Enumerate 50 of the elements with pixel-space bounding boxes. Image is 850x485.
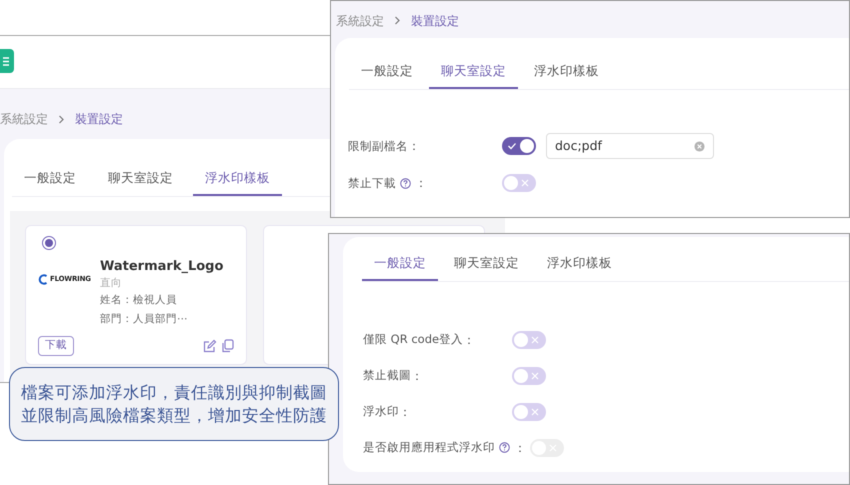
tab[interactable]: 一般設定 bbox=[362, 254, 438, 281]
x-icon bbox=[531, 372, 539, 380]
setting-label: 是否啟用應用程式浮水印 bbox=[363, 439, 495, 456]
tab[interactable]: 一般設定 bbox=[349, 62, 425, 89]
x-icon bbox=[531, 336, 539, 344]
check-icon bbox=[507, 141, 517, 152]
colon: ： bbox=[514, 440, 526, 457]
setting-label: 限制副檔名 bbox=[348, 138, 408, 155]
toggle-switch[interactable] bbox=[512, 330, 546, 349]
tab[interactable]: 浮水印樣板 bbox=[193, 169, 282, 196]
help-icon[interactable] bbox=[400, 178, 411, 189]
setting-label: 浮水印 bbox=[363, 403, 399, 420]
setting-label: 禁止截圖 bbox=[363, 367, 411, 384]
tab[interactable]: 聊天室設定 bbox=[96, 169, 185, 196]
toggle-switch[interactable] bbox=[502, 137, 536, 156]
setting-label: 僅限 QR code登入 bbox=[363, 331, 464, 348]
copy-icon[interactable] bbox=[221, 338, 234, 353]
toggle-switch[interactable] bbox=[512, 366, 546, 385]
clear-icon[interactable] bbox=[694, 140, 705, 152]
chevron-icon bbox=[58, 114, 65, 124]
tab[interactable]: 浮水印樣板 bbox=[522, 62, 611, 89]
tab[interactable]: 聊天室設定 bbox=[442, 254, 531, 281]
setting-label: 禁止下載 bbox=[348, 174, 396, 192]
menu-icon bbox=[3, 56, 9, 66]
orientation-text: 直向 bbox=[100, 276, 123, 291]
x-icon bbox=[531, 408, 539, 416]
field-value: doc;pdf bbox=[555, 136, 602, 155]
tab[interactable]: 聊天室設定 bbox=[429, 62, 518, 89]
chevron-icon bbox=[394, 16, 401, 25]
colon: ： bbox=[463, 332, 476, 349]
colon: ： bbox=[408, 138, 420, 156]
download-button[interactable]: 下載 bbox=[38, 336, 74, 356]
edit-icon[interactable] bbox=[203, 338, 217, 353]
toggle-switch[interactable] bbox=[502, 174, 536, 192]
extension-field[interactable]: doc;pdf bbox=[546, 133, 714, 160]
colon: ： bbox=[411, 368, 423, 385]
card-detail: 姓名：檢視人員 bbox=[100, 292, 178, 308]
card-detail: 部門：人員部門⋯ bbox=[100, 312, 188, 327]
card-title: Watermark_Logo bbox=[100, 258, 224, 276]
tab[interactable]: 一般設定 bbox=[12, 169, 88, 196]
logo-icon bbox=[38, 274, 48, 285]
colon: ： bbox=[399, 404, 411, 421]
toggle-switch[interactable] bbox=[512, 402, 546, 421]
tab[interactable]: 浮水印樣板 bbox=[535, 254, 624, 281]
callout-text: 檔案可添加浮水印，責任識別與抑制截圖 並限制高風險檔案類型，增加安全性防護 bbox=[21, 382, 327, 427]
breadcrumb-current: 裝置設定 bbox=[411, 12, 459, 30]
colon: ： bbox=[415, 175, 427, 192]
radio-button[interactable] bbox=[42, 236, 56, 250]
x-icon bbox=[521, 179, 529, 188]
breadcrumb-current: 裝置設定 bbox=[75, 111, 123, 128]
